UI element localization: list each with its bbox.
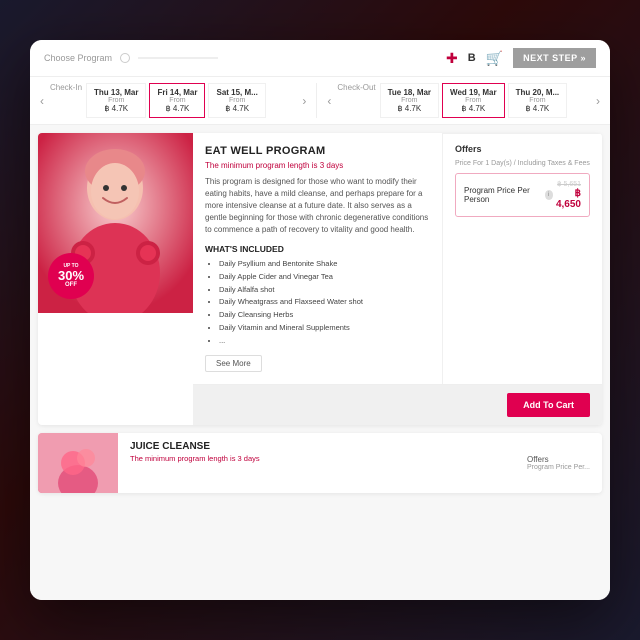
- date-day: Wed 19, Mar: [450, 88, 497, 97]
- progress-bar: [138, 57, 218, 59]
- program-title: EAT WELL PROGRAM: [205, 145, 430, 157]
- list-item: Daily Apple Cider and Vinegar Tea: [219, 271, 430, 284]
- checkin-date-2[interactable]: Sat 15, M... From ฿ 4.7K: [208, 83, 265, 118]
- list-item: Daily Cleansing Herbs: [219, 309, 430, 322]
- checkout-date-2[interactable]: Thu 20, M... From ฿ 4.7K: [508, 83, 568, 118]
- date-price: ฿ 4.7K: [388, 104, 431, 113]
- add-to-cart-bar: Add To Cart: [193, 384, 602, 425]
- checkout-prev-arrow[interactable]: ‹: [325, 83, 333, 118]
- checkout-date-1[interactable]: Wed 19, Mar From ฿ 4.7K: [442, 83, 505, 118]
- eat-well-card: UP TO 30% OFF EAT WELL PROGRAM The minim…: [38, 133, 602, 425]
- new-price: ฿ 4,650: [553, 188, 581, 210]
- date-from: From: [516, 97, 560, 104]
- juice-offers-title: Offers: [527, 455, 590, 464]
- date-price: ฿ 4.7K: [450, 104, 497, 113]
- discount-pct: 30%: [58, 269, 84, 282]
- list-item: Daily Vitamin and Mineral Supplements: [219, 322, 430, 335]
- juice-cleanse-info: JUICE CLEANSE The minimum program length…: [118, 433, 515, 493]
- checkout-next-arrow[interactable]: ›: [594, 83, 602, 118]
- language-badge[interactable]: B: [468, 52, 476, 64]
- see-more-button[interactable]: See More: [205, 355, 262, 372]
- divider: [316, 83, 317, 118]
- date-day: Fri 14, Mar: [157, 88, 197, 97]
- nav-right: ✚ B 🛒 NEXT STEP »: [446, 48, 596, 68]
- date-from: From: [388, 97, 431, 104]
- nav-left: Choose Program: [44, 53, 218, 63]
- offer-price: ฿ 5,651 ฿ 4,650: [553, 180, 581, 210]
- checkout-date-0[interactable]: Tue 18, Mar From ฿ 4.7K: [380, 83, 439, 118]
- date-price: ฿ 4.7K: [94, 104, 138, 113]
- checkin-date-1[interactable]: Fri 14, Mar From ฿ 4.7K: [149, 83, 205, 118]
- program-description: This program is designed for those who w…: [205, 176, 430, 236]
- juice-cleanse-offers: Offers Program Price Per...: [515, 433, 602, 493]
- program-min-length: The minimum program length is 3 days: [205, 161, 430, 170]
- choose-program-label: Choose Program: [44, 53, 112, 63]
- juice-cleanse-image: [38, 433, 118, 493]
- juice-cleanse-min: The minimum program length is 3 days: [130, 454, 503, 463]
- date-from: From: [216, 97, 257, 104]
- date-day: Thu 13, Mar: [94, 88, 138, 97]
- date-day: Tue 18, Mar: [388, 88, 431, 97]
- juice-illustration: [38, 433, 118, 493]
- discount-badge: UP TO 30% OFF: [48, 253, 94, 299]
- nav-bar: Choose Program ✚ B 🛒 NEXT STEP »: [30, 40, 610, 77]
- checkout-dates: Tue 18, Mar From ฿ 4.7K Wed 19, Mar From…: [380, 83, 590, 118]
- program-info: EAT WELL PROGRAM The minimum program len…: [193, 133, 442, 384]
- offers-section: Offers Price For 1 Day(s) / Including Ta…: [442, 133, 602, 384]
- juice-cleanse-title: JUICE CLEANSE: [130, 441, 503, 452]
- checkin-label: Check-In: [50, 83, 82, 118]
- info-icon: i: [545, 190, 553, 200]
- offer-row: Program Price Per Person i ฿ 5,651 ฿ 4,6…: [455, 173, 590, 217]
- date-day: Sat 15, M...: [216, 88, 257, 97]
- offers-title: Offers: [455, 144, 590, 154]
- juice-cleanse-card: JUICE CLEANSE The minimum program length…: [38, 433, 602, 493]
- list-item: Daily Alfalfa shot: [219, 284, 430, 297]
- offer-label: Program Price Per Person i: [464, 186, 553, 204]
- date-selector: ‹ Check-In Thu 13, Mar From ฿ 4.7K Fri 1…: [30, 77, 610, 125]
- checkin-dates: Thu 13, Mar From ฿ 4.7K Fri 14, Mar From…: [86, 83, 296, 118]
- offers-price-label: Price For 1 Day(s) / Including Taxes & F…: [455, 160, 590, 167]
- radio-input[interactable]: [120, 53, 130, 63]
- checkin-date-0[interactable]: Thu 13, Mar From ฿ 4.7K: [86, 83, 146, 118]
- original-price: ฿ 5,651: [553, 180, 581, 188]
- date-day: Thu 20, M...: [516, 88, 560, 97]
- discount-off: OFF: [65, 282, 77, 289]
- list-item: ...: [219, 335, 430, 348]
- included-list: Daily Psyllium and Bentonite Shake Daily…: [205, 258, 430, 347]
- date-from: From: [450, 97, 497, 104]
- juice-price-row: Program Price Per...: [527, 464, 590, 471]
- main-content: UP TO 30% OFF EAT WELL PROGRAM The minim…: [30, 125, 610, 600]
- date-from: From: [94, 97, 138, 104]
- program-top: UP TO 30% OFF EAT WELL PROGRAM The minim…: [38, 133, 602, 425]
- offers-panel: Offers Price For 1 Day(s) / Including Ta…: [443, 133, 602, 231]
- date-price: ฿ 4.7K: [157, 104, 197, 113]
- globe-icon: ✚: [446, 50, 458, 67]
- checkin-prev-arrow[interactable]: ‹: [38, 83, 46, 118]
- program-content-row: EAT WELL PROGRAM The minimum program len…: [193, 133, 602, 384]
- date-from: From: [157, 97, 197, 104]
- whats-included-label: WHAT'S INCLUDED: [205, 244, 430, 254]
- date-price: ฿ 4.7K: [516, 104, 560, 113]
- browser-window: Choose Program ✚ B 🛒 NEXT STEP » ‹ Check…: [30, 40, 610, 600]
- date-price: ฿ 4.7K: [216, 104, 257, 113]
- add-to-cart-button[interactable]: Add To Cart: [507, 393, 590, 417]
- checkout-label: Check-Out: [337, 83, 375, 118]
- program-image: UP TO 30% OFF: [38, 133, 193, 313]
- next-step-button[interactable]: NEXT STEP »: [513, 48, 596, 68]
- cart-icon[interactable]: 🛒: [486, 50, 503, 67]
- checkin-next-arrow[interactable]: ›: [300, 83, 308, 118]
- program-right: EAT WELL PROGRAM The minimum program len…: [193, 133, 602, 425]
- list-item: Daily Psyllium and Bentonite Shake: [219, 258, 430, 271]
- list-item: Daily Wheatgrass and Flaxseed Water shot: [219, 296, 430, 309]
